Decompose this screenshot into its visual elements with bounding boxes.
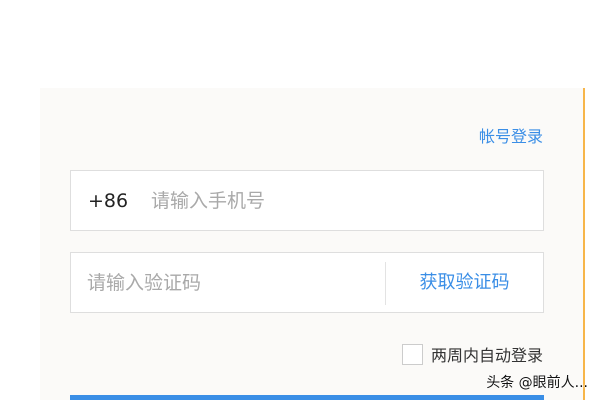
login-panel: 帐号登录 +86 获取验证码 两周内自动登录 <box>40 88 585 400</box>
login-button[interactable] <box>70 395 544 400</box>
verification-code-input[interactable] <box>87 253 377 312</box>
remember-label: 两周内自动登录 <box>430 346 543 365</box>
get-code-button[interactable]: 获取验证码 <box>386 253 543 312</box>
watermark: 头条 @眼前人... <box>486 375 588 391</box>
verification-code-field: 获取验证码 <box>70 252 544 313</box>
remember-checkbox[interactable] <box>401 343 423 365</box>
phone-field: +86 <box>70 170 544 231</box>
phone-input[interactable] <box>151 171 531 230</box>
account-login-link[interactable]: 帐号登录 <box>479 123 543 147</box>
country-code-selector[interactable]: +86 <box>88 190 128 212</box>
remember-login: 两周内自动登录 <box>401 342 543 366</box>
